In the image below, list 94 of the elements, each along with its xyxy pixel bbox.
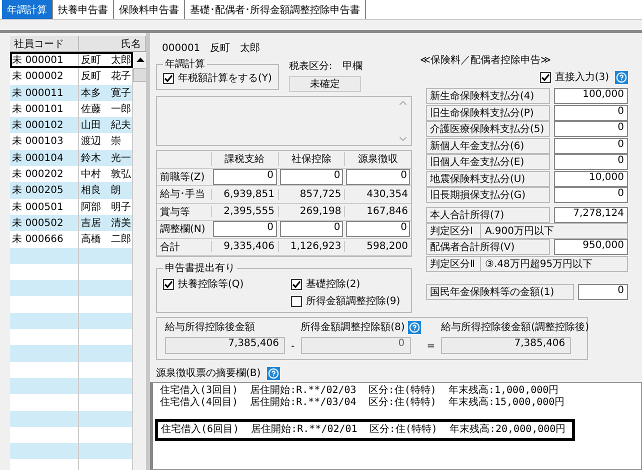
input-field[interactable]: 0 <box>212 221 277 238</box>
value-field: 7,385,406 <box>165 337 285 354</box>
minus-sign: - <box>291 341 295 354</box>
field-label: 本人合計所得(7) <box>426 206 550 222</box>
checkbox[interactable] <box>291 278 302 290</box>
employee-row[interactable]: 未 000103 渡辺 崇 <box>10 133 133 150</box>
field-label: 旧個人年金支払分(E) <box>426 154 550 170</box>
checkbox-label: 扶養控除等(Q) <box>178 278 244 291</box>
group-title: 年調計算 <box>164 58 206 71</box>
field-label: 判定区分Ⅱ <box>427 256 481 270</box>
input-field[interactable]: 950,000 <box>554 239 628 255</box>
table-cell: 430,354 <box>344 188 411 200</box>
memo-area[interactable]: 住宅借入(3回目) 居住開始:R.**/02/03 区分:住(特特) 年末残高:1,000,000円 住宅借入(4回目) 居住開始:R.**/03/04 区分:住(特特) 年末残高:15,000,000円 住宅借入(6回目) 居住開始:R.**/02/01 区分:住(特特) 年末残高:20,000,000円 <box>150 382 642 470</box>
tab[interactable]: 年調計算 <box>2 0 53 19</box>
input-field[interactable]: 0 <box>280 168 344 185</box>
memo-line: 住宅借入(3回目) 居住開始:R.**/02/03 区分:住(特特) 年末残高:1,000,000円 <box>159 385 560 396</box>
checkbox-label: 年税額計算をする(Y) <box>178 72 272 85</box>
table-cell: 2,395,555 <box>210 206 278 218</box>
field-label: 新個人年金支払分(6) <box>426 138 550 154</box>
field-label: 国民年金保険料等の金額(1) <box>426 284 574 300</box>
section-title: ≪保険料／配偶者控除申告≫ <box>420 54 552 67</box>
employee-row[interactable]: 未 000205 相良 朗 <box>10 182 133 199</box>
input-field[interactable]: 100,000 <box>554 88 628 104</box>
input-field[interactable]: 0 <box>578 284 628 300</box>
help-icon[interactable] <box>615 70 628 84</box>
employee-row[interactable]: 未 000104 鈴木 光一 <box>10 150 133 166</box>
group-title: 申告書提出有り <box>164 262 236 275</box>
input-field[interactable]: 0 <box>280 221 344 238</box>
employee-row[interactable]: 未 000102 山田 紀夫 <box>10 117 133 134</box>
employee-row[interactable]: 未 000011 本多 寛子 <box>10 84 133 101</box>
input-field[interactable]: 0 <box>346 168 410 185</box>
value-field: 7,385,406 <box>441 337 572 354</box>
tax-class-label: 税表区分: 甲欄 <box>288 60 362 73</box>
help-icon[interactable] <box>408 320 421 334</box>
input-field[interactable]: 7,278,124 <box>554 206 628 222</box>
value-field: 0 <box>300 337 411 354</box>
row-label: 給与･手当 <box>159 188 206 202</box>
column-header: 社員コード <box>10 36 79 51</box>
input-field[interactable]: 0 <box>554 138 628 154</box>
input-field[interactable]: 10,000 <box>554 170 628 186</box>
column-header: 課税支給 <box>210 152 278 166</box>
field-value: A.900万円以下 <box>484 224 555 238</box>
help-icon[interactable] <box>266 366 280 380</box>
row-label: 前職等(Z) <box>159 170 206 184</box>
table-cell: 269,198 <box>278 206 344 218</box>
field-label: 旧長期損保支払分(G) <box>426 187 550 203</box>
memo-line: 住宅借入(4回目) 居住開始:R.**/03/04 区分:住(特特) 年末残高:15,000,000円 <box>159 397 566 409</box>
field-label: 給与所得控除後金額(調整控除後) <box>441 320 589 334</box>
table-cell: 857,725 <box>278 188 344 200</box>
employee-row[interactable]: 未 000202 中村 敦弘 <box>10 166 133 182</box>
field-value: ③.48万円超95万円以下 <box>484 258 594 270</box>
field-label: 地震保険料支払分(U) <box>426 170 550 186</box>
employee-heading: 000001 反町 太郎 <box>161 42 262 53</box>
employee-row[interactable]: 未 000002 反町 花子 <box>10 68 133 85</box>
status-field: 未確定 <box>288 76 361 92</box>
row-label: 賞与等 <box>159 206 191 219</box>
table-cell: 167,846 <box>344 206 411 218</box>
row-label: 合計 <box>159 240 181 254</box>
field-label: 旧生命保険料支払分(P) <box>426 104 550 120</box>
checkbox[interactable] <box>163 72 174 84</box>
checkbox-label: 直接入力(3) <box>554 70 609 84</box>
field-label: 新生命保険料支払分(4) <box>426 88 550 104</box>
checkbox-label: 基礎控除(2) <box>306 278 360 291</box>
field-label: 所得金額調整控除額(8) <box>300 320 405 334</box>
table-cell: 9,335,406 <box>210 241 278 252</box>
employee-row[interactable]: 未 000101 佐藤 一郎 <box>10 100 133 118</box>
employee-row[interactable]: 未 000502 吉居 清美 <box>10 214 133 232</box>
employee-row[interactable]: 未 000501 阿部 明子 <box>10 198 133 215</box>
field-label: 介護医療保険料支払分(5) <box>426 121 550 137</box>
scrollbar-thumb[interactable] <box>133 68 146 82</box>
table-cell: 598,200 <box>344 241 411 252</box>
input-field[interactable]: 0 <box>346 221 410 238</box>
field-label: 判定区分Ⅰ <box>427 224 481 238</box>
table-cell: 1,126,923 <box>278 241 344 252</box>
row-label: 調整欄(N) <box>159 222 206 236</box>
checkbox-label: 所得金額調整控除(9) <box>306 294 400 308</box>
checkbox[interactable] <box>291 296 302 306</box>
column-header: 社保控除 <box>278 152 344 166</box>
input-field[interactable]: 0 <box>554 187 628 203</box>
input-field[interactable]: 0 <box>554 154 628 170</box>
column-header: 氏名 <box>78 36 146 51</box>
memo-label: 源泉徴収票の摘要欄(B) <box>156 366 261 380</box>
checkbox[interactable] <box>540 72 551 82</box>
field-label: 配偶者合計所得(V) <box>426 239 550 255</box>
input-field[interactable]: 0 <box>554 104 628 120</box>
employee-row[interactable]: 未 000001 反町 太郎 <box>10 52 133 68</box>
input-field[interactable]: 0 <box>554 121 628 137</box>
employee-row[interactable]: 未 000666 高橋 二郎 <box>10 231 133 248</box>
input-field[interactable]: 0 <box>212 168 277 185</box>
equals-sign: = <box>426 341 436 354</box>
field-label: 給与所得控除後金額 <box>165 320 256 334</box>
column-header: 源泉徴収 <box>344 152 411 166</box>
table-cell: 6,939,851 <box>210 188 278 200</box>
checkbox[interactable] <box>163 278 174 290</box>
